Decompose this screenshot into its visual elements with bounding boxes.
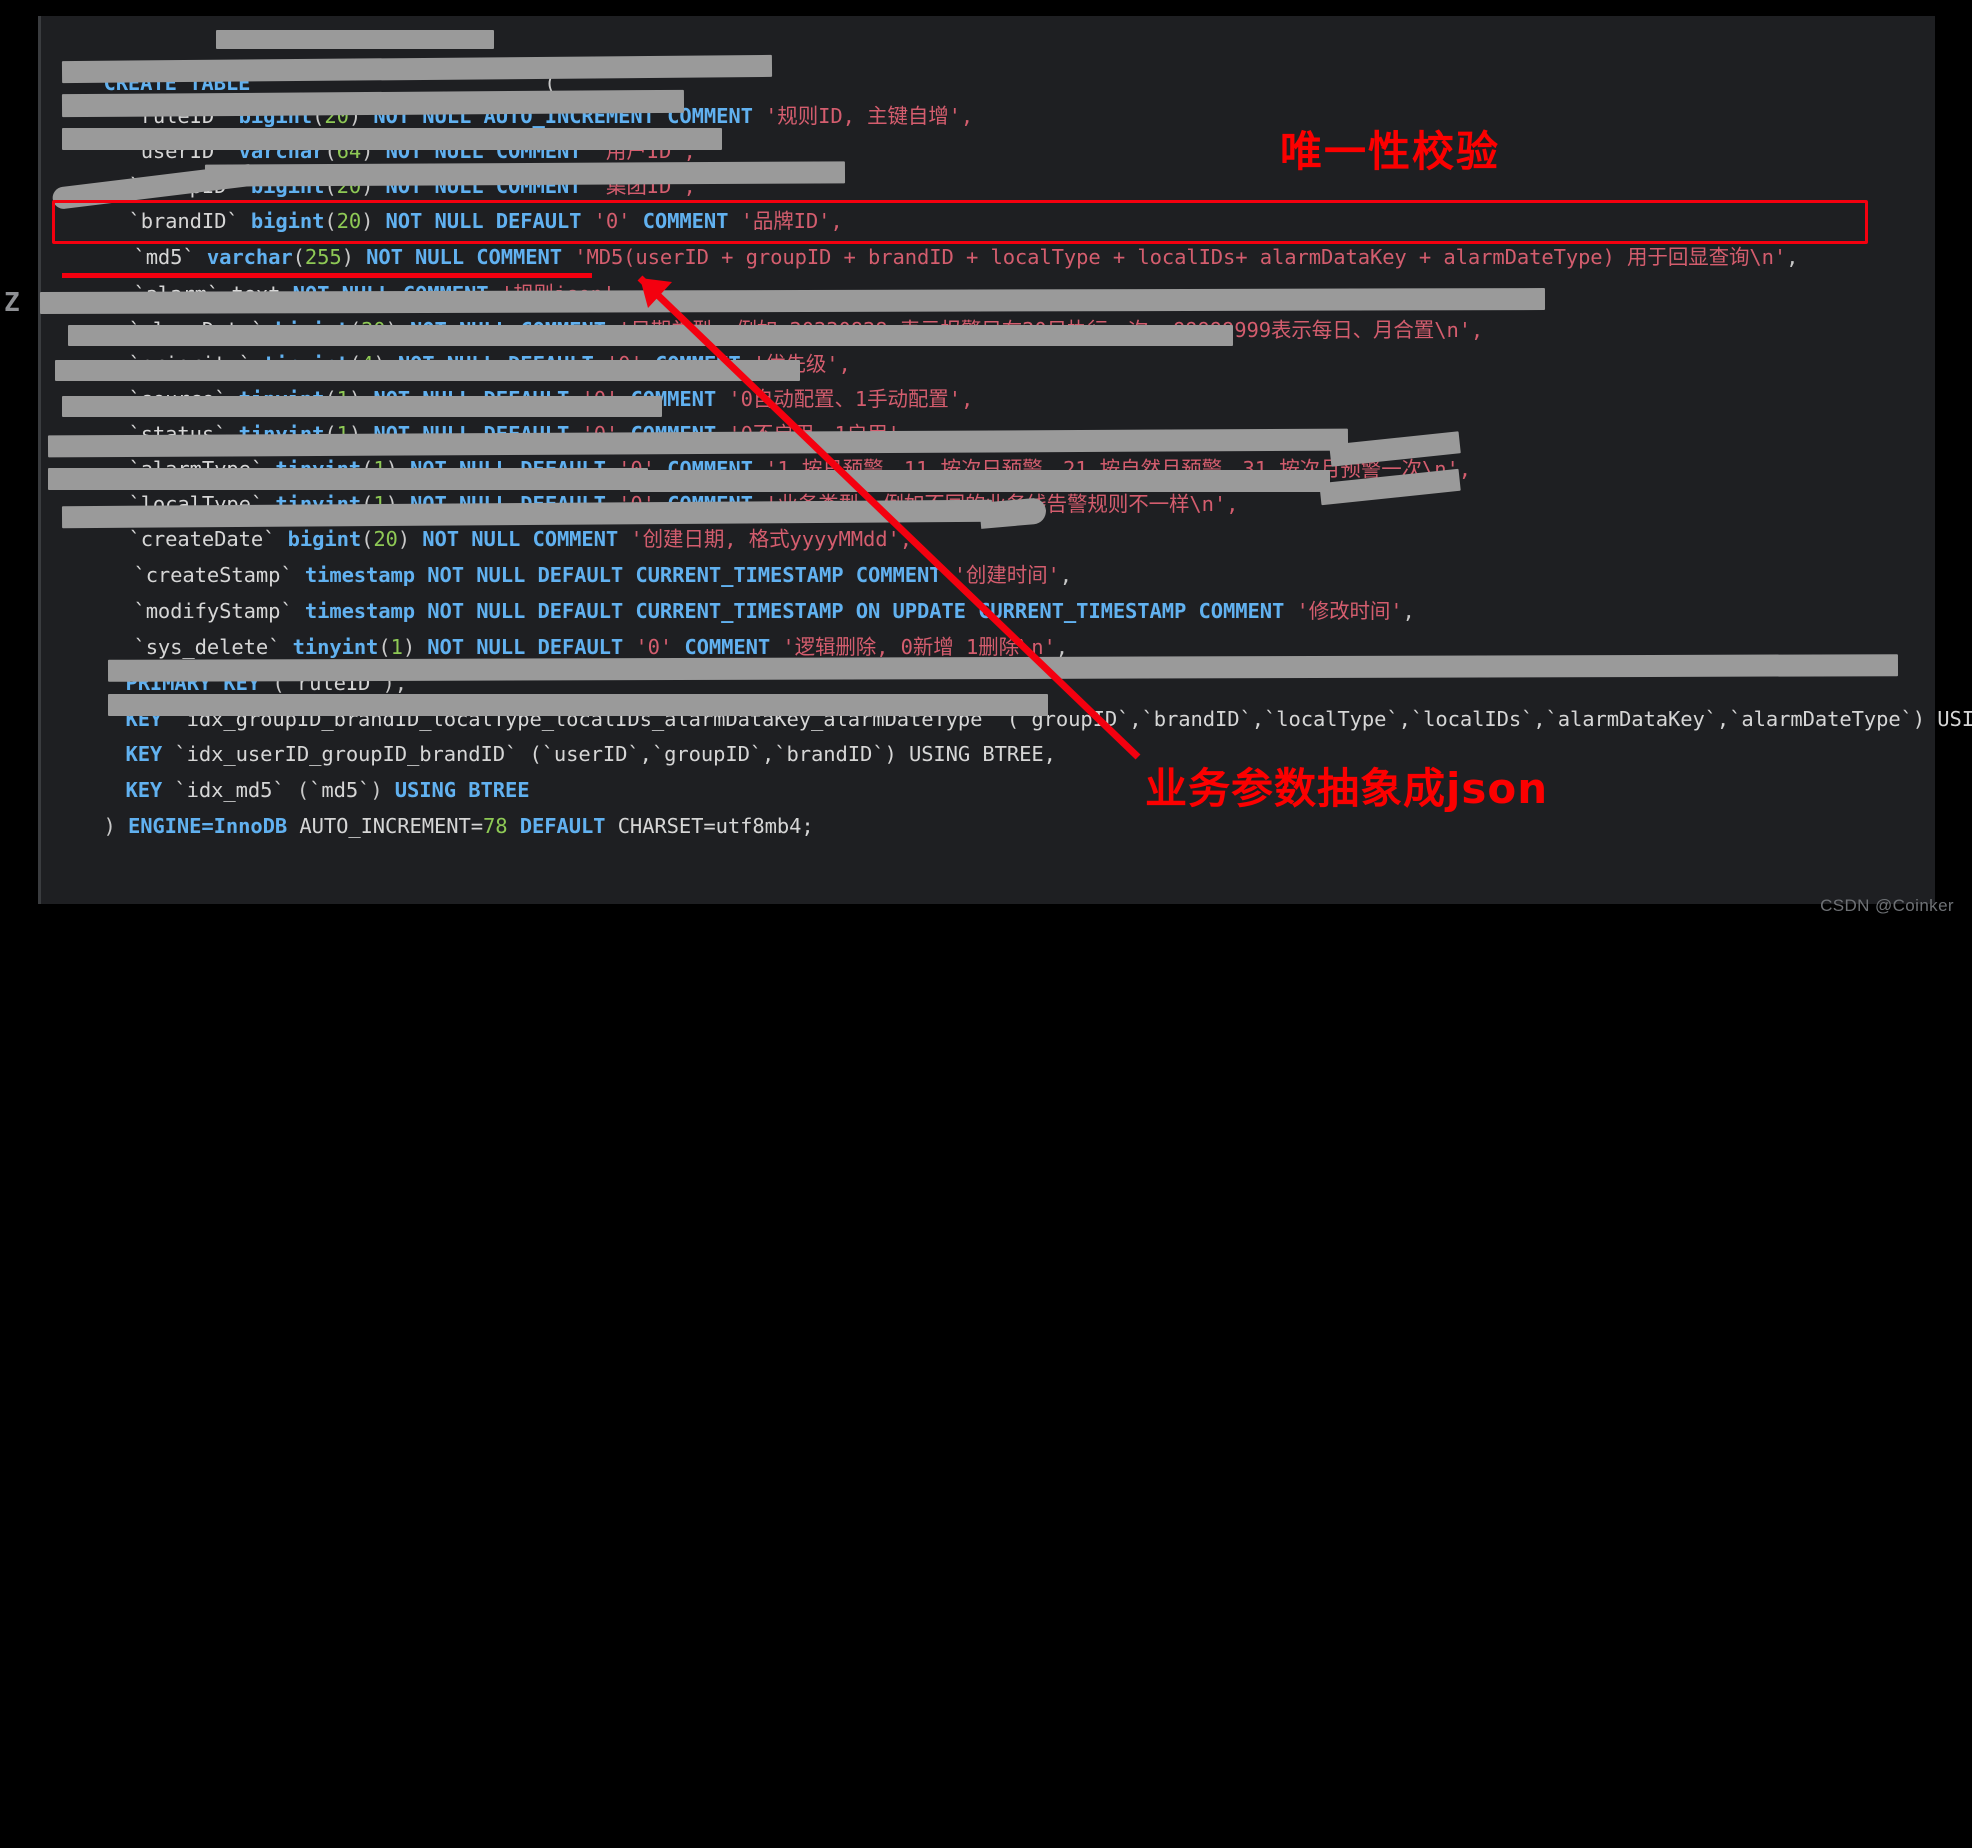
redaction-bar-line13 [48,468,648,490]
sp22d [605,814,617,838]
default-kw: DEFAULT [519,814,606,838]
redaction-bar-line4 [62,128,722,150]
sp22c [507,814,519,838]
sp22a [116,814,128,838]
line2-comment: '规则ID, 主键自增', [765,104,974,128]
closing-paren: ) [103,814,116,838]
redaction-bar-line11 [62,396,662,417]
auto-increment-value: 78 [483,814,508,838]
code-line-22-table-options: ) ENGINE=InnoDB AUTO_INCREMENT=78 DEFAUL… [30,771,814,882]
redaction-bar-line5 [204,161,846,187]
sp22b [287,814,299,838]
modifystamp-comma: , [1402,599,1415,623]
charset-option: CHARSET=utf8mb4; [617,814,814,838]
csdn-watermark: CSDN @Coinker [1820,896,1954,915]
redaction-bar-table-name [216,30,494,49]
redaction-bar-line13b [630,470,1330,492]
redaction-bar-line10 [55,360,800,381]
sysdelete-kw: COMMENT [672,635,783,659]
auto-increment-label: AUTO_INCREMENT= [299,814,483,838]
redaction-bar-line9 [68,325,1233,346]
sysdelete-notnull: NOT NULL DEFAULT [427,635,636,659]
md5-comma: , [1786,245,1799,269]
annotation-json-abstraction: 业务参数抽象成json [1145,764,1549,813]
redaction-bar-line3 [61,89,685,118]
redaction-bar-line8 [39,288,1546,314]
screenshot-canvas: Z CREATE TABLE ` ( `ruleID` bigint(20) N… [0,0,1972,924]
sysdelete-comment: '逻辑删除, 0新增 1删除\n' [782,635,1056,659]
sysdelete-default: '0' [635,635,673,659]
highlight-underline-alarm-line [62,273,592,278]
modifystamp-comment: '修改时间' [1296,599,1403,623]
redaction-bar-line20 [108,694,1048,716]
sysdelete-comma: , [1055,635,1068,659]
engine-option: ENGINE=InnoDB [127,814,288,838]
md5-comment: 'MD5(userID + groupID + brandID + localT… [574,245,1787,269]
annotation-uniqueness: 唯一性校验 [1280,127,1501,176]
